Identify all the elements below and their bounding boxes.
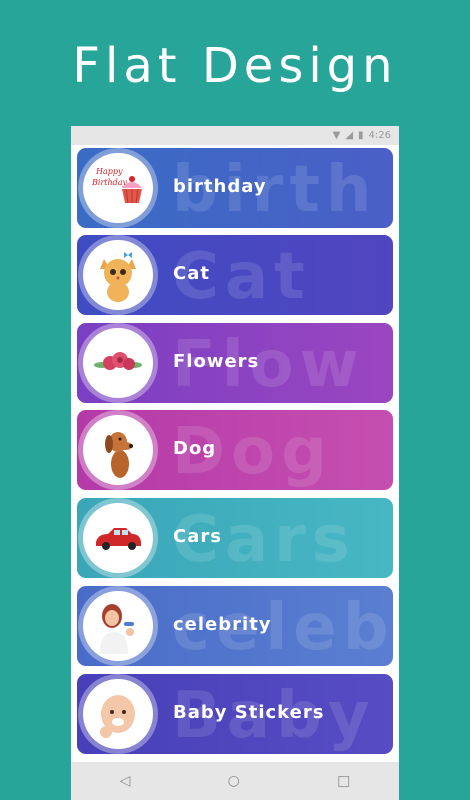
category-card-cat[interactable]: Cat Cat (77, 235, 393, 315)
battery-icon: ▮ (358, 130, 364, 141)
wifi-icon: ▼ (332, 130, 341, 141)
baby-icon (83, 679, 153, 749)
headline: Flat Design (72, 38, 398, 94)
celebrity-icon (83, 591, 153, 661)
navigation-bar: ◁ ○ □ (71, 762, 399, 800)
category-label: Cat (173, 263, 210, 284)
dog-icon (83, 415, 153, 485)
car-icon (83, 503, 153, 573)
category-card-flowers[interactable]: Flow Flowers (77, 323, 393, 403)
category-label: Cars (173, 526, 222, 547)
home-button[interactable]: ○ (228, 773, 240, 789)
category-label: birthday (173, 176, 267, 197)
status-bar: ▼ ◢ ▮ 4:26 (71, 126, 399, 145)
category-label: Dog (173, 438, 217, 459)
signal-icon: ◢ (345, 130, 354, 141)
category-label: Flowers (173, 351, 260, 372)
birthday-cupcake-icon: Happy Birthday (83, 153, 153, 223)
status-time: 4:26 (368, 130, 391, 141)
svg-text:Birthday: Birthday (91, 178, 128, 187)
back-button[interactable]: ◁ (120, 773, 131, 789)
phone-screen: ▼ ◢ ▮ 4:26 birth Happy Birthday birthday (71, 126, 399, 800)
category-card-baby-stickers[interactable]: Baby Baby Stickers (77, 674, 393, 754)
recents-button[interactable]: □ (337, 773, 350, 789)
category-card-celebrity[interactable]: celeb celebrity (77, 586, 393, 666)
flowers-icon (83, 328, 153, 398)
category-card-birthday[interactable]: birth Happy Birthday birthday (77, 148, 393, 228)
category-card-cars[interactable]: Cars Cars (77, 498, 393, 578)
category-label: Baby Stickers (173, 702, 325, 723)
cat-icon (83, 240, 153, 310)
category-label: celebrity (173, 614, 272, 635)
svg-text:Happy: Happy (95, 167, 123, 176)
category-card-dog[interactable]: Dog Dog (77, 410, 393, 490)
